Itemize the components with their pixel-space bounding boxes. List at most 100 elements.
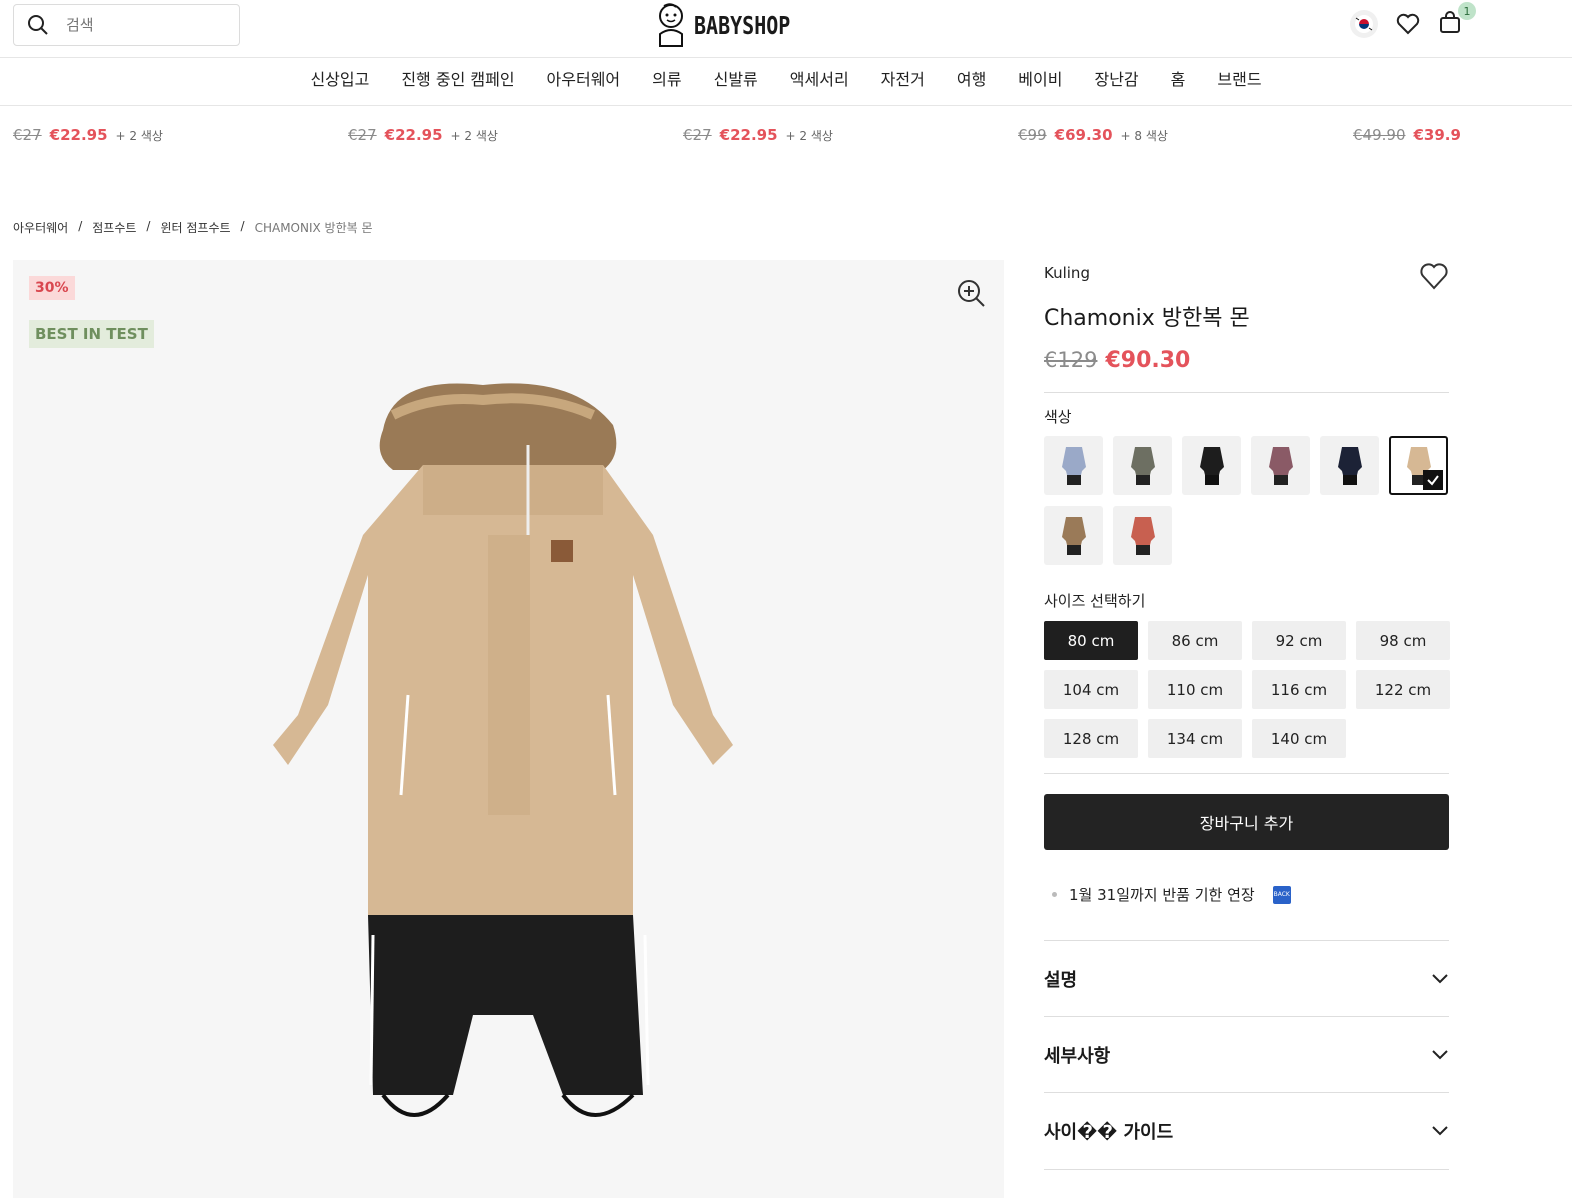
size-option-98[interactable]: 98 cm [1356, 621, 1450, 660]
sale-price: €22.95 [49, 126, 108, 144]
korea-flag-icon[interactable] [1350, 10, 1378, 38]
strip-product[interactable]: €27 €22.95 + 2 색상 [348, 126, 498, 144]
breadcrumb-outerwear[interactable]: 아우터웨어 [13, 219, 68, 236]
search-input[interactable] [64, 15, 224, 35]
color-swatch-olive[interactable] [1113, 436, 1172, 495]
nav-toys[interactable]: 장난감 [1078, 58, 1154, 105]
size-options: 80 cm 86 cm 92 cm 98 cm 104 cm 110 cm 11… [1044, 621, 1454, 758]
accordion-title: 사이�� 가이드 [1044, 1121, 1174, 1143]
best-in-test-badge: BEST IN TEST [29, 320, 154, 348]
nav-shoes[interactable]: 신발류 [698, 58, 774, 105]
old-price: €49.90 [1353, 126, 1406, 144]
size-option-86[interactable]: 86 cm [1148, 621, 1242, 660]
strip-product[interactable]: €27 €22.95 + 2 색상 [683, 126, 833, 144]
size-option-140[interactable]: 140 cm [1252, 719, 1346, 758]
sale-price: €90.30 [1105, 348, 1191, 373]
size-option-134[interactable]: 134 cm [1148, 719, 1242, 758]
sale-price: €39.9 [1413, 126, 1461, 144]
site-logo[interactable]: BABYSHOP [654, 2, 814, 48]
size-option-110[interactable]: 110 cm [1148, 670, 1242, 709]
cart-button[interactable]: 1 [1438, 2, 1476, 38]
strip-product[interactable]: €49.90 €39.9 [1353, 126, 1461, 144]
divider [1044, 1169, 1449, 1170]
size-label: 사이즈 선택하기 [1044, 592, 1146, 610]
size-option-92[interactable]: 92 cm [1252, 621, 1346, 660]
color-swatches [1044, 436, 1464, 565]
color-swatch-navy-print[interactable] [1320, 436, 1379, 495]
checkmark-icon [1423, 470, 1443, 490]
breadcrumb-jumpsuits[interactable]: 점프수트 [92, 219, 136, 236]
old-price: €27 [348, 126, 377, 144]
strip-product[interactable]: €27 €22.95 + 2 색상 [13, 126, 163, 144]
divider [1044, 773, 1449, 774]
product-image-gallery[interactable]: 30% BEST IN TEST [13, 260, 1004, 1198]
search-icon [28, 15, 48, 35]
breadcrumb-separator: / [146, 219, 151, 233]
main-nav: 신상입고 진행 중인 캠페인 아우터웨어 의류 신발류 액세서리 자전거 여행 … [0, 58, 1572, 106]
nav-campaigns[interactable]: 진행 중인 캠페인 [385, 58, 530, 105]
chevron-down-icon [1432, 973, 1448, 983]
accordion-description[interactable]: 설명 [1044, 940, 1449, 1016]
nav-baby[interactable]: 베이비 [1002, 58, 1078, 105]
chevron-down-icon [1432, 1125, 1448, 1135]
discount-badge: 30% [29, 276, 75, 300]
size-option-122[interactable]: 122 cm [1356, 670, 1450, 709]
nav-accessories[interactable]: 액세서리 [774, 58, 865, 105]
more-colors: + 2 색상 [450, 129, 498, 143]
accordion-title: 설명 [1044, 969, 1078, 991]
back-return-icon: BACK [1272, 885, 1291, 904]
more-colors: + 2 색상 [785, 129, 833, 143]
baby-logo-icon [659, 3, 683, 47]
chevron-down-icon [1432, 1049, 1448, 1059]
nav-travel[interactable]: 여행 [941, 58, 1002, 105]
sale-price: €69.30 [1054, 126, 1113, 144]
color-swatch-rust[interactable] [1113, 506, 1172, 565]
add-to-cart-button[interactable]: 장바구니 추가 [1044, 794, 1449, 850]
old-price: €99 [1018, 126, 1047, 144]
sale-price: €22.95 [719, 126, 778, 144]
nav-home[interactable]: 홈 [1155, 58, 1202, 105]
color-swatch-brown[interactable] [1044, 506, 1103, 565]
nav-outerwear[interactable]: 아우터웨어 [531, 58, 637, 105]
product-price: €129 €90.30 [1044, 348, 1190, 373]
accordion-size-guide[interactable]: 사이�� 가이드 [1044, 1092, 1449, 1168]
zoom-in-icon[interactable] [956, 278, 986, 308]
sale-price: €22.95 [384, 126, 443, 144]
size-option-128[interactable]: 128 cm [1044, 719, 1138, 758]
size-option-80[interactable]: 80 cm [1044, 621, 1138, 660]
color-label: 색상 [1044, 408, 1072, 426]
nav-new-arrivals[interactable]: 신상입고 [294, 58, 385, 105]
site-header: BABYSHOP 1 [0, 0, 1572, 58]
color-swatch-mauve[interactable] [1251, 436, 1310, 495]
cart-count-badge: 1 [1458, 2, 1476, 20]
color-swatch-floral[interactable] [1044, 436, 1103, 495]
product-snowsuit-image [273, 383, 733, 1117]
more-colors: + 8 색상 [1120, 129, 1168, 143]
header-actions: 1 [1350, 2, 1476, 38]
strip-product[interactable]: €99 €69.30 + 8 색상 [1018, 126, 1168, 144]
breadcrumb-winter-jumpsuits[interactable]: 윈터 점프수트 [160, 219, 230, 236]
more-colors: + 2 색상 [115, 129, 163, 143]
nav-brands[interactable]: 브랜드 [1201, 58, 1277, 105]
nav-bikes[interactable]: 자전거 [865, 58, 941, 105]
original-price: €129 [1044, 348, 1098, 372]
wishlist-heart-icon[interactable] [1396, 13, 1420, 35]
divider [1044, 392, 1449, 393]
search-bar[interactable] [13, 4, 240, 46]
product-title: Chamonix 방한복 몬 [1044, 306, 1250, 331]
product-brand[interactable]: Kuling [1044, 264, 1090, 282]
logo-text: BABYSHOP [694, 10, 791, 40]
accordion-details[interactable]: 세부사항 [1044, 1016, 1449, 1092]
old-price: €27 [13, 126, 42, 144]
old-price: €27 [683, 126, 712, 144]
accordion-title: 세부사항 [1044, 1045, 1111, 1067]
nav-clothing[interactable]: 의류 [636, 58, 697, 105]
size-option-104[interactable]: 104 cm [1044, 670, 1138, 709]
size-option-116[interactable]: 116 cm [1252, 670, 1346, 709]
return-policy-text: 1월 31일까지 반품 기한 연장 [1069, 886, 1255, 904]
color-swatch-black[interactable] [1182, 436, 1241, 495]
color-swatch-beige-selected[interactable] [1389, 436, 1448, 495]
add-to-wishlist-heart-icon[interactable] [1419, 262, 1449, 290]
breadcrumb-separator: / [240, 219, 245, 233]
breadcrumb-separator: / [78, 219, 83, 233]
